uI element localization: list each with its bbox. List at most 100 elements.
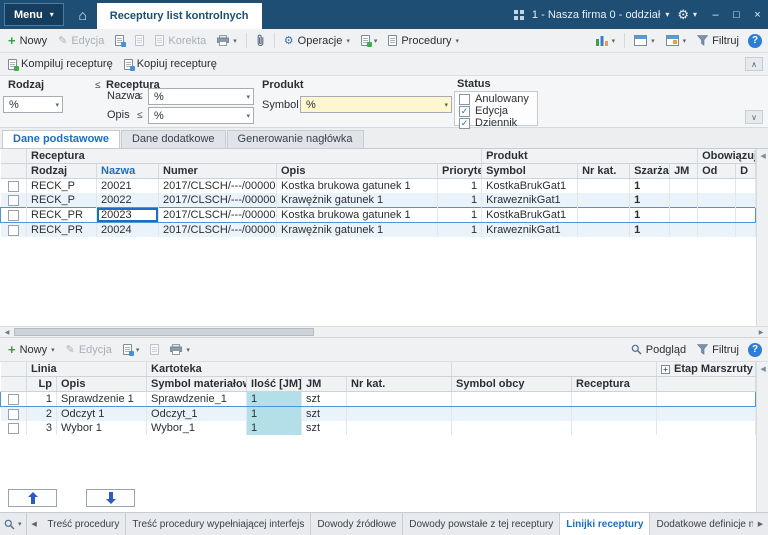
cell-od[interactable]	[698, 179, 736, 194]
cell-priorytet[interactable]: 1	[438, 208, 482, 223]
cell-nr-kat[interactable]	[347, 421, 452, 435]
cell-szarza[interactable]: 1	[630, 179, 670, 194]
nazwa-filter-select[interactable]: % ▾	[148, 88, 254, 105]
tab-dane-dodatkowe[interactable]: Dane dodatkowe	[121, 130, 226, 148]
cell-opis[interactable]: Krawężnik gatunek 1	[277, 223, 438, 238]
column-scroll-rail[interactable]: ◀	[756, 362, 768, 512]
col-nazwa[interactable]: Nazwa	[97, 164, 159, 179]
btab-treść-procedury[interactable]: Treść procedury	[42, 513, 127, 535]
cell-opis[interactable]: Sprawdzenie 1	[57, 392, 147, 407]
cell-rodzaj[interactable]: RECK_PR	[27, 208, 97, 223]
recipe-row[interactable]: RECK_P200222017/CLSCH/---/000004Krawężni…	[1, 193, 756, 208]
cell-nr-kat[interactable]	[578, 179, 630, 194]
tab-generowanie-nagłówka[interactable]: Generowanie nagłówka	[227, 130, 364, 148]
col-nr-kat[interactable]: Nr kat.	[578, 164, 630, 179]
cell-receptura[interactable]	[572, 421, 657, 435]
cell-numer[interactable]: 2017/CLSCH/---/000005	[159, 208, 277, 223]
cell-lp[interactable]: 1	[27, 392, 57, 407]
line-edit-button[interactable]: ✎ Edycja	[61, 341, 117, 358]
row-checkbox[interactable]	[8, 195, 19, 206]
select-all-header[interactable]	[1, 377, 27, 392]
cell-etap[interactable]	[657, 421, 756, 435]
col-receptura[interactable]: Receptura	[572, 377, 657, 392]
col-etap[interactable]	[657, 377, 756, 392]
chevron-down-icon[interactable]: ▾	[18, 520, 22, 528]
row-select-cell[interactable]	[1, 392, 27, 407]
preview-button[interactable]: Podgląd	[626, 342, 691, 358]
col-jm[interactable]: JM	[302, 377, 347, 392]
col-ilosc[interactable]: Ilość [JM]	[247, 377, 302, 392]
col-symbol-materialowy[interactable]: Symbol materiałowy	[147, 377, 247, 392]
cell-symbol-materialowy[interactable]: Odczyt_1	[147, 407, 247, 422]
cell-receptura[interactable]	[572, 407, 657, 422]
scrollbar-track[interactable]	[14, 327, 754, 337]
horizontal-scrollbar[interactable]: ◀ ▶	[0, 326, 768, 338]
cell-jm[interactable]: szt	[302, 392, 347, 407]
row-checkbox[interactable]	[8, 423, 19, 434]
maximize-button[interactable]: □	[726, 9, 747, 21]
checkbox-unchecked-icon[interactable]	[459, 94, 470, 105]
cell-symbol-obcy[interactable]	[452, 392, 572, 407]
menu-button[interactable]: Menu ▾	[4, 3, 64, 26]
cell-nr-kat[interactable]	[578, 193, 630, 208]
filter-button[interactable]: Filtruj	[692, 33, 744, 49]
cell-etap[interactable]	[657, 407, 756, 422]
line-print-button[interactable]: ▾	[165, 342, 195, 357]
company-selector[interactable]: 1 - Nasza firma 0 - oddział ▾	[532, 9, 669, 21]
cell-nazwa[interactable]: 20023	[97, 208, 159, 223]
cell-symbol-obcy[interactable]	[452, 407, 572, 422]
cell-lp[interactable]: 2	[27, 407, 57, 422]
line-row[interactable]: 3Wybor 1Wybor_11szt	[1, 421, 756, 435]
cell-opis[interactable]: Krawężnik gatunek 1	[277, 193, 438, 208]
scrollbar-thumb[interactable]	[14, 328, 314, 336]
row-select-cell[interactable]	[1, 407, 27, 422]
col-symbol[interactable]: Symbol	[482, 164, 578, 179]
le-operator[interactable]: ≤	[137, 110, 143, 121]
cell-numer[interactable]: 2017/CLSCH/---/000004	[159, 193, 277, 208]
cell-od[interactable]	[698, 208, 736, 223]
checkbox-checked-icon[interactable]: ✓	[459, 118, 470, 129]
collapse-panel-button[interactable]: ∨	[745, 110, 763, 124]
col-symbol-obcy[interactable]: Symbol obcy	[452, 377, 572, 392]
cell-ilosc[interactable]: 1	[247, 421, 302, 435]
cell-jm[interactable]	[670, 193, 698, 208]
cell-receptura[interactable]	[572, 392, 657, 407]
tabs-scroll-right[interactable]: ▶	[753, 513, 768, 535]
col-szarza[interactable]: Szarża	[630, 164, 670, 179]
row-select-cell[interactable]	[1, 421, 27, 435]
row-checkbox[interactable]	[8, 181, 19, 192]
cell-opis[interactable]: Odczyt 1	[57, 407, 147, 422]
move-down-button[interactable]	[86, 489, 135, 507]
opis-filter-select[interactable]: % ▾	[148, 107, 254, 124]
tab-dane-podstawowe[interactable]: Dane podstawowe	[2, 130, 120, 148]
cell-numer[interactable]: 2017/CLSCH/---/000003	[159, 179, 277, 194]
cell-numer[interactable]: 2017/CLSCH/---/000006	[159, 223, 277, 238]
cell-symbol[interactable]: KraweznikGat1	[482, 223, 578, 238]
columns-button[interactable]: ▾	[661, 33, 692, 48]
row-select-cell[interactable]	[1, 223, 27, 238]
le-operator[interactable]: ≤	[95, 80, 101, 91]
le-operator[interactable]: ≤	[137, 91, 143, 102]
line-open-button[interactable]: ▾	[118, 342, 145, 357]
col-priorytet[interactable]: Priorytet	[438, 164, 482, 179]
cell-priorytet[interactable]: 1	[438, 193, 482, 208]
col-opis[interactable]: Opis	[277, 164, 438, 179]
rodzaj-select[interactable]: % ▾	[3, 96, 63, 113]
cell-nr-kat[interactable]	[347, 407, 452, 422]
cell-szarza[interactable]: 1	[630, 193, 670, 208]
status-option-anulowany[interactable]: Anulowany	[459, 93, 533, 105]
col-jm[interactable]: JM	[670, 164, 698, 179]
tabs-scroll-left[interactable]: ◀	[27, 513, 42, 535]
cell-nazwa[interactable]: 20021	[97, 179, 159, 194]
row-select-cell[interactable]	[1, 193, 27, 208]
row-select-cell[interactable]	[1, 208, 27, 223]
window-tab-receptury[interactable]: Receptury list kontrolnych	[97, 3, 262, 29]
cell-opis[interactable]: Wybor 1	[57, 421, 147, 435]
cell-jm[interactable]	[670, 208, 698, 223]
cell-rodzaj[interactable]: RECK_P	[27, 193, 97, 208]
row-checkbox[interactable]	[8, 409, 19, 420]
edit-button[interactable]: ✎ Edycja	[53, 32, 109, 49]
compile-recipe-button[interactable]: Kompiluj recepturę	[3, 56, 118, 72]
cell-jm[interactable]	[670, 179, 698, 194]
line-row[interactable]: 1Sprawdzenie 1Sprawdzenie_11szt	[1, 392, 756, 407]
